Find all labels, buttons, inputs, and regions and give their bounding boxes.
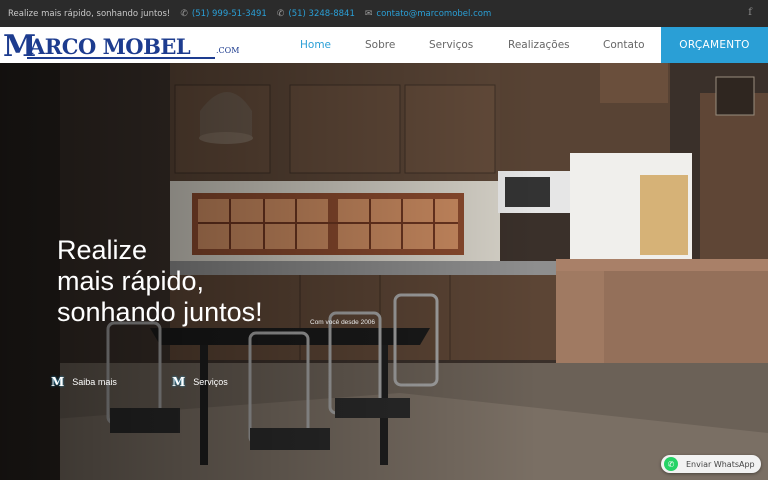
phone-icon: ✆ [180, 8, 188, 19]
phone-number-1[interactable]: (51) 999-51-3491 [192, 9, 267, 19]
hero-since-text: Com você desde 2006 [310, 319, 376, 326]
logo-underline [27, 57, 215, 59]
top-bar: Realize mais rápido, sonhando juntos! ✆ … [0, 0, 768, 27]
saiba-mais-label[interactable]: Saiba mais [72, 377, 117, 387]
m-logo-icon: M [172, 375, 186, 389]
headline-line-2: mais rápido, [57, 266, 205, 296]
email-link[interactable]: ✉ contato@marcomobel.com [365, 9, 491, 19]
logo-suffix: .COM [216, 46, 240, 55]
phone-link-1[interactable]: ✆ (51) 999-51-3491 [180, 9, 267, 19]
tagline: Realize mais rápido, sonhando juntos! [8, 8, 171, 19]
headline-line-3: sonhando juntos! [57, 297, 263, 327]
nav-item-servicos[interactable]: Serviços [429, 39, 473, 51]
servicos-label[interactable]: Serviços [193, 377, 228, 387]
whatsapp-label[interactable]: Enviar WhatsApp [686, 460, 755, 469]
hero-banner: Realize mais rápido, sonhando juntos! Co… [0, 63, 768, 480]
email-address[interactable]: contato@marcomobel.com [376, 9, 491, 19]
site-header: M ARCO MOBEL .COM Home Sobre Serviços Re… [0, 27, 768, 64]
orcamento-button[interactable]: ORÇAMENTO [661, 27, 768, 63]
envelope-icon: ✉ [364, 8, 373, 19]
m-logo-icon: M [51, 375, 65, 389]
whatsapp-button[interactable]: ✆ Enviar WhatsApp [661, 455, 761, 473]
saiba-mais-link[interactable]: M Saiba mais [51, 375, 117, 389]
nav-item-sobre[interactable]: Sobre [365, 39, 395, 51]
phone-link-2[interactable]: ✆ (51) 3248-8841 [277, 9, 355, 19]
hero-headline: Realize mais rápido, sonhando juntos! [57, 235, 263, 328]
nav-item-realizacoes[interactable]: Realizações [508, 39, 570, 51]
nav-item-home[interactable]: Home [300, 39, 331, 51]
logo-name: ARCO MOBEL [29, 34, 191, 59]
phone-number-2[interactable]: (51) 3248-8841 [288, 9, 354, 19]
phone-icon: ✆ [276, 8, 285, 19]
site-logo[interactable]: M ARCO MOBEL .COM [3, 29, 240, 64]
facebook-icon[interactable]: f [748, 7, 752, 18]
nav-item-contato[interactable]: Contato [603, 39, 645, 51]
servicos-link[interactable]: M Serviços [172, 375, 228, 389]
whatsapp-icon: ✆ [664, 457, 678, 471]
headline-line-1: Realize [57, 235, 148, 265]
